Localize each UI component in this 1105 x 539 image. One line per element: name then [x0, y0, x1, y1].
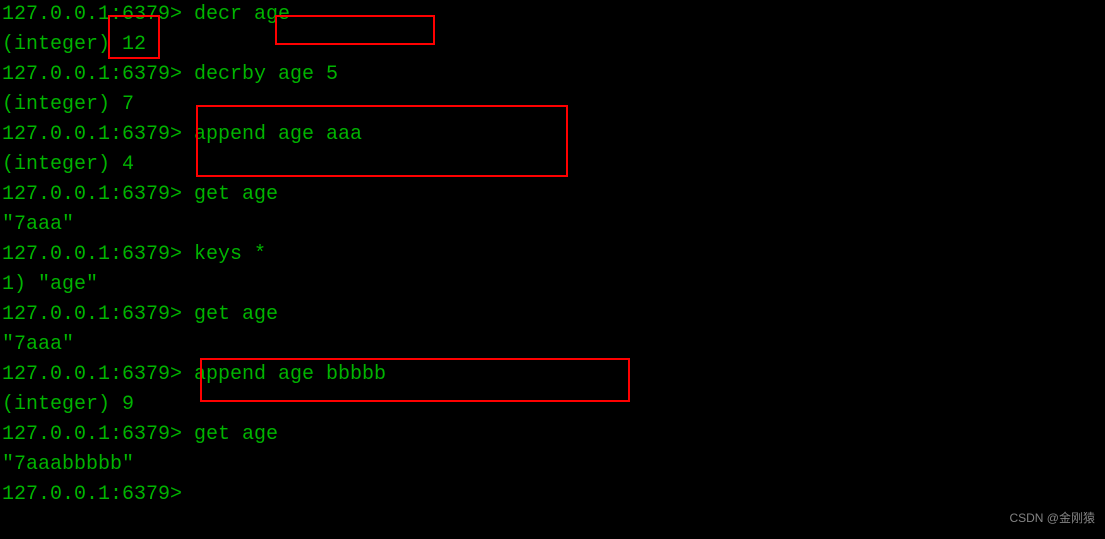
- terminal-output-line: (integer) 4: [2, 150, 1105, 180]
- terminal-output-line: "7aaa": [2, 330, 1105, 360]
- terminal-command-line: 127.0.0.1:6379> get age: [2, 420, 1105, 450]
- terminal-command-line: 127.0.0.1:6379> get age: [2, 180, 1105, 210]
- terminal-output-line: (integer) 7: [2, 90, 1105, 120]
- terminal-command-line: 127.0.0.1:6379> append age aaa: [2, 120, 1105, 150]
- terminal-command-line: 127.0.0.1:6379> append age bbbbb: [2, 360, 1105, 390]
- terminal-output-line: "7aaa": [2, 210, 1105, 240]
- terminal-output[interactable]: 127.0.0.1:6379> decr age(integer) 12127.…: [2, 0, 1105, 510]
- terminal-command-line: 127.0.0.1:6379> get age: [2, 300, 1105, 330]
- terminal-command-line: 127.0.0.1:6379> decrby age 5: [2, 60, 1105, 90]
- terminal-output-line: (integer) 12: [2, 30, 1105, 60]
- terminal-command-line: 127.0.0.1:6379>: [2, 480, 1105, 510]
- terminal-output-line: (integer) 9: [2, 390, 1105, 420]
- watermark-text: CSDN @金刚猿: [1009, 503, 1095, 533]
- terminal-output-line: 1) "age": [2, 270, 1105, 300]
- terminal-output-line: "7aaabbbbb": [2, 450, 1105, 480]
- terminal-command-line: 127.0.0.1:6379> keys *: [2, 240, 1105, 270]
- terminal-command-line: 127.0.0.1:6379> decr age: [2, 0, 1105, 30]
